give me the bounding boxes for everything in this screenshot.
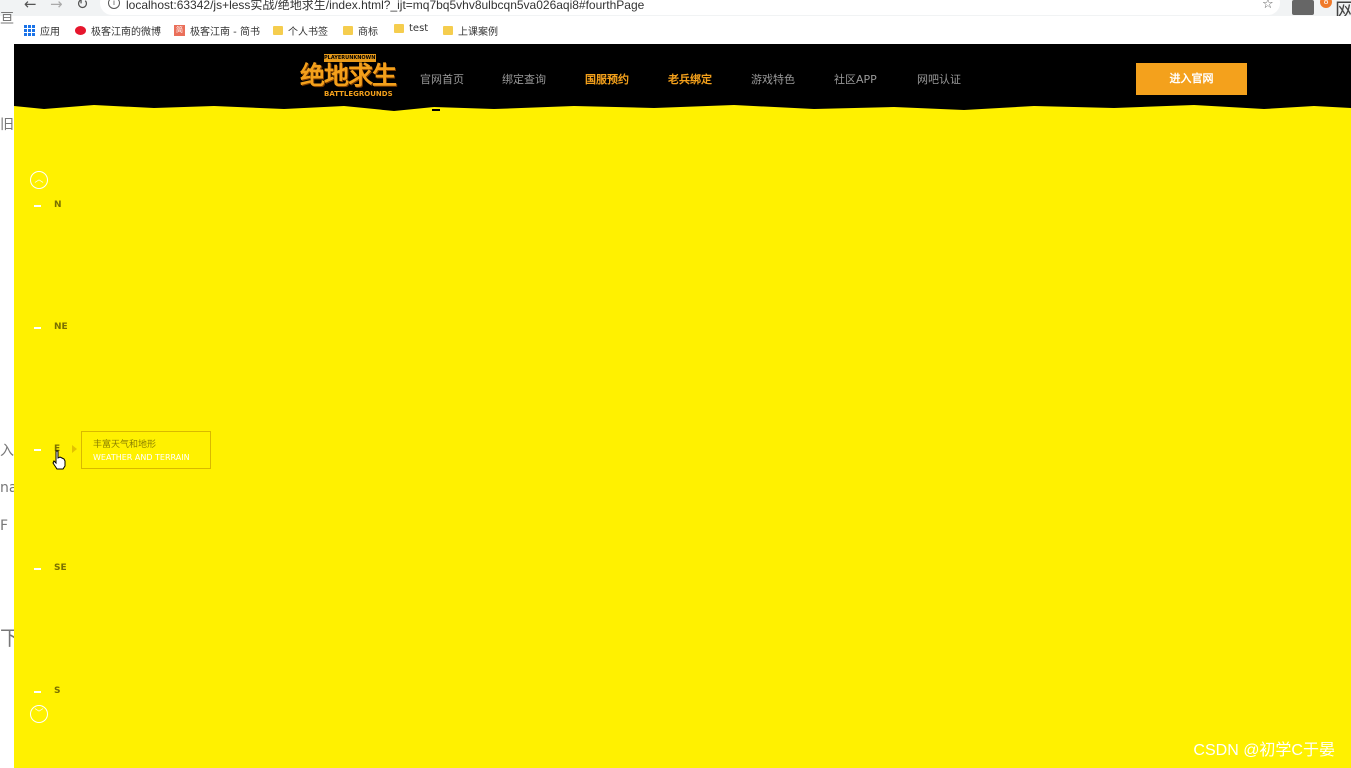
nav-home[interactable]: 官网首页	[420, 71, 464, 87]
bookmark-label: 应用	[40, 27, 60, 38]
bookmark-star-icon[interactable]: ☆	[1262, 0, 1274, 12]
nav-veteran-binding[interactable]: 老兵绑定	[668, 71, 712, 87]
tooltip-title: 丰富天气和地形	[93, 440, 157, 450]
bookmark-label: 极客江南 - 简书	[190, 27, 260, 38]
side-nav-label: S	[54, 686, 61, 696]
back-icon[interactable]: ←	[24, 0, 37, 13]
reload-icon[interactable]: ↻	[76, 0, 89, 13]
edge-text: 亘	[0, 11, 14, 27]
folder-icon	[394, 24, 404, 33]
edge-text: 入	[0, 443, 14, 459]
bookmark-label: 极客江南的微博	[91, 27, 161, 38]
csdn-watermark: CSDN @初学C于晏	[1193, 742, 1335, 759]
bookmark-label: 上课案例	[458, 27, 498, 38]
bookmark-folder-personal[interactable]: 个人书签	[273, 23, 328, 38]
nav-netcafe-cert[interactable]: 网吧认证	[917, 71, 961, 87]
bookmark-label: 商标	[358, 27, 378, 38]
side-nav-label: SE	[54, 563, 67, 573]
edge-text: 旧	[0, 117, 14, 133]
dash-marker	[34, 205, 41, 207]
folder-icon	[443, 26, 453, 35]
bookmark-label: 个人书签	[288, 27, 328, 38]
browser-toolbar: ← → ↻ i localhost:63342/js+less实战/绝地求生/i…	[0, 0, 1351, 16]
nav-binding-query[interactable]: 绑定查询	[502, 71, 546, 87]
background-window-edge: 旧 亘 入 na F 下	[0, 11, 20, 768]
bookmark-label: test	[409, 23, 429, 34]
extension-icon[interactable]	[1292, 0, 1314, 15]
bookmark-apps[interactable]: 应用	[24, 23, 60, 38]
extension-badge: 8	[1320, 0, 1332, 8]
pubg-site: PLAYERUNKNOWN'S 绝地求生 BATTLEGROUNDS 官网首页 …	[14, 44, 1351, 768]
weibo-icon	[75, 26, 86, 35]
bookmarks-bar: 应用 极客江南的微博 简 极客江南 - 简书 个人书签 商标 test 上课案例	[0, 16, 1351, 44]
extension-char: 网	[1335, 0, 1351, 16]
scroll-down-icon[interactable]: ﹀	[30, 705, 48, 723]
folder-icon	[343, 26, 353, 35]
folder-icon	[273, 26, 283, 35]
nav-community-app[interactable]: 社区APP	[834, 71, 877, 87]
bookmark-weibo[interactable]: 极客江南的微博	[75, 23, 161, 38]
site-header: PLAYERUNKNOWN'S 绝地求生 BATTLEGROUNDS 官网首页 …	[14, 44, 1351, 104]
hand-cursor-icon	[52, 450, 66, 470]
torn-edge-decoration	[14, 100, 1351, 111]
side-nav-label: NE	[54, 322, 68, 332]
bookmark-folder-trademark[interactable]: 商标	[343, 23, 378, 38]
dash-marker	[34, 327, 41, 329]
dash-marker	[34, 691, 41, 693]
dash-marker	[34, 449, 41, 451]
logo-sub-text: BATTLEGROUNDS	[322, 90, 395, 98]
tooltip-arrow	[72, 445, 77, 453]
forward-icon[interactable]: →	[50, 0, 63, 13]
jianshu-icon: 简	[174, 25, 185, 36]
url-text[interactable]: localhost:63342/js+less实战/绝地求生/index.htm…	[126, 0, 644, 13]
nav-game-features[interactable]: 游戏特色	[751, 71, 795, 87]
logo-main-text: 绝地求生	[300, 61, 397, 90]
site-logo[interactable]: PLAYERUNKNOWN'S 绝地求生 BATTLEGROUNDS	[300, 52, 400, 102]
bookmark-folder-lessons[interactable]: 上课案例	[443, 23, 498, 38]
tooltip-subtitle: WEATHER AND TERRAIN	[93, 453, 190, 462]
nav-reservation[interactable]: 国服预约	[585, 71, 629, 87]
scroll-up-icon[interactable]: ︿	[30, 171, 48, 189]
bookmark-folder-test[interactable]: test	[394, 23, 428, 34]
dash-marker	[34, 568, 41, 570]
apps-grid-icon	[24, 25, 35, 36]
side-nav-label: N	[54, 200, 62, 210]
bookmark-jianshu[interactable]: 简 极客江南 - 简书	[174, 23, 260, 38]
enter-site-button[interactable]: 进入官网	[1136, 63, 1247, 95]
side-nav-tooltip: 丰富天气和地形 WEATHER AND TERRAIN	[81, 431, 211, 469]
edge-text: F	[0, 518, 9, 534]
